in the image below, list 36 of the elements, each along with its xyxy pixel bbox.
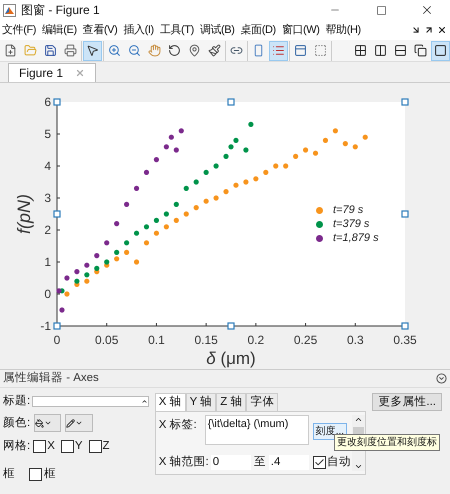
legend-label: t=379 s (333, 218, 370, 230)
x-tick-label: 0.2 (248, 334, 264, 346)
y-tick-label: 5 (43, 128, 51, 140)
field-label: 至 (254, 455, 266, 470)
y-tick-label: -1 (39, 320, 51, 332)
field-label: X 标签: (158, 418, 198, 433)
checkbox-label: Y (74, 439, 83, 454)
checkbox-label: 自动 (326, 454, 351, 470)
x-tick-label: 0.15 (194, 334, 218, 346)
field-label: 颜色: (3, 416, 30, 431)
y-tick-label: 3 (43, 192, 51, 204)
field-label: 框 (3, 466, 15, 482)
x-tick-label: 0.25 (294, 334, 318, 346)
field-label: 网格: (3, 438, 30, 454)
x-tick-label: 0.05 (95, 334, 118, 346)
window-title: 图窗 - Figure 1 (21, 2, 100, 19)
y-tick-label: 2 (43, 224, 51, 236)
x-tick-label: 0.1 (148, 334, 165, 346)
checkbox-label: X (47, 439, 55, 454)
legend-label: t=79 s (333, 204, 364, 216)
field-label: 标题: (3, 394, 30, 409)
checkbox-label: Z (102, 439, 110, 454)
checkbox-label: 框 (44, 466, 56, 482)
y-tick-label: 1 (43, 256, 51, 268)
legend-label: t=1,879 s (333, 232, 379, 244)
x-tick-label: 0.3 (346, 334, 364, 346)
x-tick-label: 0 (54, 334, 60, 346)
y-axis-label: f(pN) (15, 194, 33, 234)
y-tick-label: 0 (43, 288, 51, 300)
tooltip: 更改刻度位置和刻度标 (334, 434, 440, 451)
panel-title: 属性编辑器 - Axes (3, 370, 99, 386)
y-tick-label: 6 (43, 96, 51, 108)
x-axis-label: δ (μm) (206, 350, 256, 367)
x-tick-label: 0.35 (393, 334, 417, 346)
field-label: X 轴范围: (158, 454, 209, 470)
y-tick-label: 4 (43, 160, 51, 172)
